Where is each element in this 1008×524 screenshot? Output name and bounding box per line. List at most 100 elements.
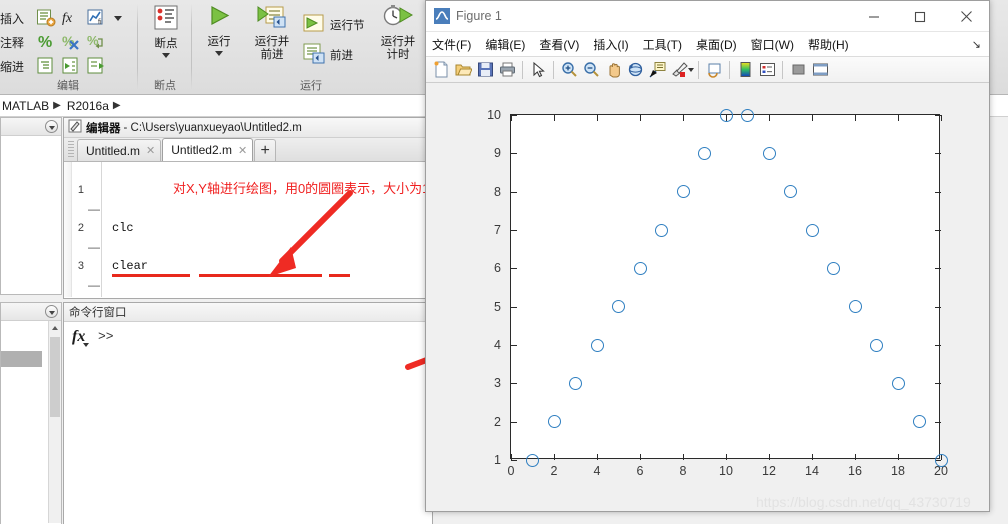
left-dock-top-body[interactable] — [1, 136, 61, 294]
run-button[interactable]: 运行 — [196, 4, 242, 56]
breadcrumb-item-matlab[interactable]: MATLAB — [2, 99, 49, 113]
new-tab-button[interactable]: + — [254, 139, 277, 161]
menu-insert[interactable]: 插入(I) — [593, 36, 628, 53]
advance-label: 前进 — [330, 49, 353, 62]
plot-axes[interactable]: 0 2 4 6 8 10 12 14 16 18 20 1 2 3 4 5 6 7 8 9 10 — [487, 108, 948, 478]
menu-window[interactable]: 窗口(W) — [751, 36, 794, 53]
data-point-marker[interactable] — [698, 146, 711, 160]
link-plot-icon[interactable] — [703, 59, 725, 81]
breadcrumb-separator-2: ▶ — [112, 100, 121, 111]
zoom-out-icon[interactable] — [580, 59, 602, 81]
data-point-marker[interactable] — [784, 185, 797, 199]
data-point-marker[interactable] — [870, 338, 883, 352]
new-figure-icon[interactable] — [430, 59, 452, 81]
close-icon[interactable]: ✕ — [146, 144, 155, 157]
data-point-marker[interactable] — [612, 300, 625, 314]
data-point-marker[interactable] — [891, 376, 905, 390]
indent-left-icon[interactable] — [86, 56, 108, 77]
menu-desktop[interactable]: 桌面(D) — [696, 36, 737, 53]
data-point-marker[interactable] — [719, 108, 733, 122]
command-window-title: 命令行窗口 — [64, 303, 432, 322]
run-icon — [204, 4, 234, 34]
data-point-marker[interactable] — [741, 108, 754, 122]
data-point-marker[interactable] — [676, 185, 690, 199]
y-axis-tick-right — [935, 383, 941, 385]
insert-plot-icon[interactable]: fi — [86, 8, 108, 29]
data-point-marker[interactable] — [633, 261, 647, 275]
menu-tools[interactable]: 工具(T) — [643, 36, 682, 53]
menu-view[interactable]: 查看(V) — [539, 36, 579, 53]
breadcrumb-item-r2016a[interactable]: R2016a — [67, 99, 109, 113]
pointer-icon[interactable] — [527, 59, 549, 81]
data-point-marker[interactable] — [526, 453, 539, 467]
data-point-marker[interactable] — [913, 415, 926, 429]
open-file-icon[interactable] — [452, 59, 474, 81]
minimize-button[interactable] — [851, 1, 897, 32]
line-number: 1 — [77, 184, 84, 196]
dropdown-caret-icon[interactable] — [111, 8, 125, 29]
chevron-down-icon[interactable] — [45, 120, 58, 133]
editor-icon — [68, 119, 82, 136]
data-point-marker[interactable] — [655, 223, 668, 237]
tabstrip-grip[interactable] — [68, 141, 74, 159]
data-point-marker[interactable] — [547, 415, 561, 429]
pan-icon[interactable] — [602, 59, 624, 81]
left-dock-scrollbar[interactable] — [48, 321, 61, 523]
data-point-marker[interactable] — [934, 453, 948, 467]
save-figure-icon[interactable] — [474, 59, 496, 81]
close-icon[interactable]: ✕ — [238, 144, 247, 157]
annotation-underline-size — [329, 274, 350, 277]
advance-button[interactable]: 前进 — [302, 42, 353, 67]
brush-icon[interactable] — [668, 59, 690, 81]
run-caret-icon[interactable] — [215, 51, 223, 56]
indent-right-icon[interactable] — [61, 56, 83, 77]
close-button[interactable] — [943, 1, 989, 32]
scroll-up-icon[interactable] — [49, 321, 61, 335]
breakpoint-caret-icon[interactable] — [162, 53, 170, 58]
run-advance-button[interactable]: 运行并 前进 — [246, 4, 298, 62]
svg-text:fx: fx — [62, 11, 73, 26]
data-point-marker[interactable] — [805, 223, 819, 237]
chevron-down-icon[interactable] — [45, 305, 58, 318]
ribbon-group-edit-title: 编辑 — [57, 80, 79, 92]
data-point-marker[interactable] — [569, 376, 582, 390]
data-point-marker[interactable] — [762, 146, 776, 160]
menu-edit[interactable]: 编辑(E) — [485, 36, 525, 53]
smart-indent-icon[interactable] — [36, 56, 58, 77]
show-plot-tools-icon[interactable] — [809, 59, 831, 81]
insert-section-icon[interactable] — [36, 8, 58, 29]
menu-file[interactable]: 文件(F) — [432, 36, 471, 53]
run-section-button[interactable]: 运行节 — [302, 12, 365, 37]
comment-icon[interactable]: % — [36, 32, 58, 53]
brush-caret-icon[interactable] — [688, 67, 694, 72]
maximize-button[interactable] — [897, 1, 943, 32]
fx-function-icon[interactable]: fx — [61, 8, 83, 29]
y-axis-tick — [511, 191, 517, 193]
figure-titlebar[interactable]: Figure 1 — [426, 1, 989, 32]
menu-help[interactable]: 帮助(H) — [808, 36, 849, 53]
colorbar-icon[interactable] — [734, 59, 756, 81]
data-point-marker[interactable] — [827, 261, 840, 275]
data-point-marker[interactable] — [590, 338, 604, 352]
uncomment-icon[interactable]: % — [61, 32, 83, 53]
data-cursor-icon[interactable] — [646, 59, 668, 81]
left-dock-bottom-body[interactable] — [1, 321, 61, 523]
breakpoint-button[interactable]: 断点 — [144, 4, 188, 58]
menu-overflow-icon[interactable]: ↘ — [972, 38, 981, 51]
print-icon[interactable] — [496, 59, 518, 81]
scrollbar-thumb[interactable] — [50, 337, 60, 417]
legend-icon[interactable] — [756, 59, 778, 81]
fx-icon[interactable]: fx — [72, 328, 89, 347]
data-point-marker[interactable] — [848, 300, 862, 314]
editor-tabstrip: Untitled.m ✕ Untitled2.m ✕ + — [64, 138, 432, 162]
hide-plot-tools-icon[interactable] — [787, 59, 809, 81]
tab-untitled2-m[interactable]: Untitled2.m ✕ — [162, 138, 254, 161]
list-item[interactable] — [1, 351, 42, 367]
run-and-time-button[interactable]: 运行并 计时 — [372, 4, 424, 62]
wrap-comment-icon[interactable]: % — [86, 32, 108, 53]
zoom-in-icon[interactable] — [558, 59, 580, 81]
command-window-body[interactable]: fx >> — [64, 322, 432, 524]
rotate-3d-icon[interactable] — [624, 59, 646, 81]
left-dock-panel-bottom — [0, 302, 62, 524]
tab-untitled-m[interactable]: Untitled.m ✕ — [77, 139, 162, 161]
